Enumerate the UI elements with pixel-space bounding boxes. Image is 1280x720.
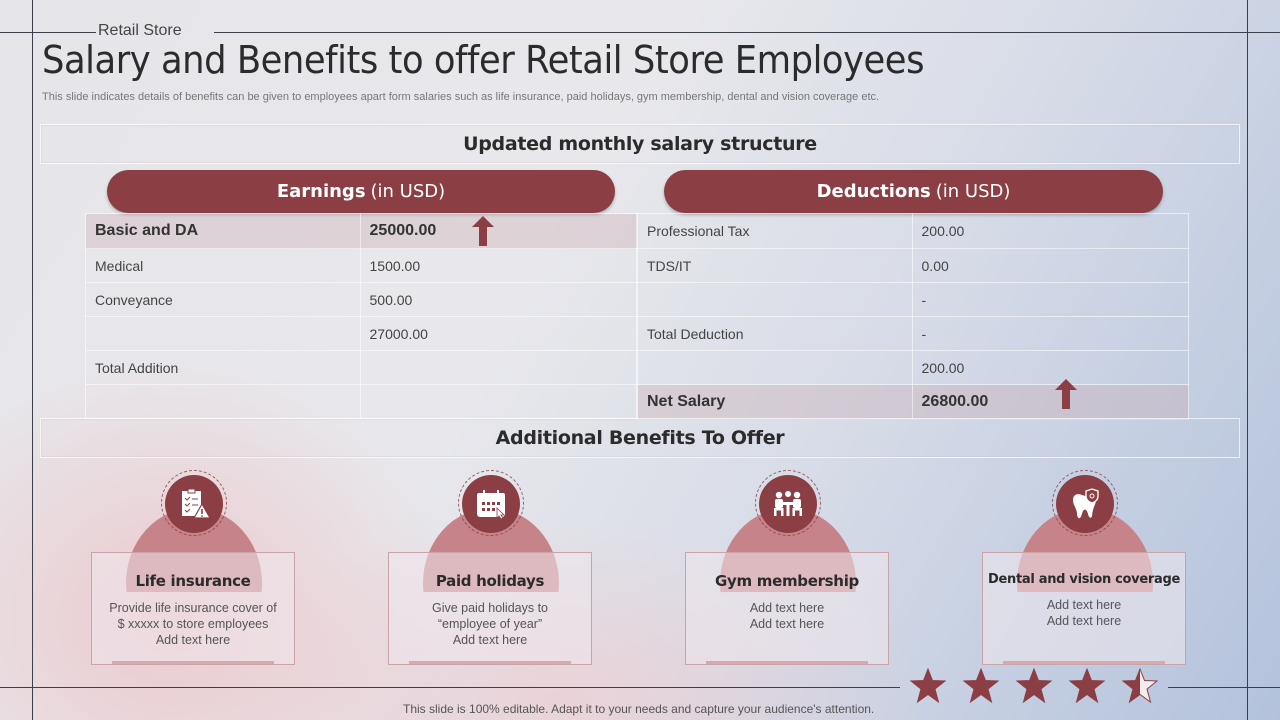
table-row: Medical 1500.00 — [85, 248, 638, 283]
value-cell: - — [911, 282, 1190, 317]
benefit-card: Gym membership Add text here Add text he… — [685, 552, 889, 665]
benefit-text: Add text here — [749, 617, 825, 631]
earnings-header: Earnings (in USD) — [107, 170, 615, 213]
benefit-title: Gym membership — [715, 572, 859, 590]
item-cell: Total Addition — [85, 350, 361, 385]
value-cell — [359, 350, 638, 385]
tooth-shield-icon — [1056, 475, 1114, 533]
frame-line-left — [32, 0, 33, 720]
star-full-icon — [963, 668, 999, 704]
arrow-up-icon — [472, 216, 494, 246]
value-cell: - — [911, 316, 1190, 351]
item-cell: Basic and DA — [85, 213, 361, 249]
table-row: Total Deduction - — [637, 316, 1190, 351]
item-cell — [637, 350, 913, 385]
table-row — [85, 384, 638, 419]
item-cell: Net Salary — [637, 384, 913, 420]
star-half-icon — [1122, 668, 1158, 704]
deductions-header: Deductions (in USD) — [664, 170, 1163, 213]
item-cell — [637, 282, 913, 317]
arrow-up-icon — [1055, 379, 1077, 409]
star-full-icon — [1016, 668, 1052, 704]
card-accent-bar — [706, 661, 868, 664]
table-row: - — [637, 282, 1190, 317]
benefit-text: Add text here — [155, 633, 231, 647]
benefit-title: Paid holidays — [435, 572, 545, 590]
table-row: 27000.00 — [85, 316, 638, 351]
earnings-unit: (in USD) — [370, 181, 446, 202]
benefits-section-title: Additional Benefits To Offer — [40, 418, 1240, 458]
meeting-people-icon — [759, 475, 817, 533]
table-row: Professional Tax 200.00 — [637, 213, 1190, 249]
value-cell: 26800.00 — [911, 384, 1190, 420]
item-cell: Professional Tax — [637, 213, 913, 249]
value-cell — [359, 384, 638, 419]
item-cell — [85, 316, 361, 351]
deductions-label: Deductions — [816, 181, 931, 202]
benefit-text: Add text here — [452, 633, 528, 647]
benefit-text: Add text here — [1046, 598, 1122, 612]
deductions-table: Professional Tax 200.00 TDS/IT 0.00 - Tota… — [637, 213, 1190, 420]
benefit-text: Give paid holidays to — [431, 601, 549, 615]
benefit-card: Paid holidays Give paid holidays to “emp… — [388, 552, 592, 665]
frame-line-bottom-right — [1168, 687, 1280, 688]
footer-note: This slide is 100% editable. Adapt it to… — [403, 702, 875, 716]
value-cell: 25000.00 — [359, 213, 638, 249]
calendar-icon — [462, 475, 520, 533]
page-title: Salary and Benefits to offer Retail Stor… — [42, 38, 925, 82]
rating-stars — [910, 668, 1158, 704]
benefit-card: Dental and vision coverage Add text here… — [982, 552, 1186, 665]
card-accent-bar — [409, 661, 571, 664]
item-cell: Conveyance — [85, 282, 361, 317]
value-cell: 1500.00 — [359, 248, 638, 283]
benefit-text: “employee of year” — [437, 617, 543, 631]
frame-line-bottom — [0, 687, 900, 688]
frame-line-top — [0, 32, 96, 33]
table-row: Conveyance 500.00 — [85, 282, 638, 317]
benefit-text: Add text here — [749, 601, 825, 615]
benefit-card: Life insurance Provide life insurance co… — [91, 552, 295, 665]
frame-line-right — [1247, 0, 1248, 720]
value-cell: 500.00 — [359, 282, 638, 317]
value-cell: 200.00 — [911, 350, 1190, 385]
earnings-table: Basic and DA 25000.00 Medical 1500.00 Conv… — [85, 213, 638, 419]
star-full-icon — [910, 668, 946, 704]
item-cell: TDS/IT — [637, 248, 913, 283]
table-row: 200.00 — [637, 350, 1190, 385]
clipboard-warning-icon — [165, 475, 223, 533]
benefit-text: Add text here — [1046, 614, 1122, 628]
benefit-text: $ xxxxx to store employees — [117, 617, 269, 631]
salary-section-title: Updated monthly salary structure — [40, 124, 1240, 164]
card-accent-bar — [1003, 661, 1165, 664]
item-cell: Medical — [85, 248, 361, 283]
value-cell: 27000.00 — [359, 316, 638, 351]
value-cell: 200.00 — [911, 213, 1190, 249]
item-cell — [85, 384, 361, 419]
table-row: TDS/IT 0.00 — [637, 248, 1190, 283]
item-cell: Total Deduction — [637, 316, 913, 351]
table-row: Basic and DA 25000.00 — [85, 213, 638, 249]
benefit-title: Dental and vision coverage — [988, 572, 1180, 587]
table-row: Net Salary 26800.00 — [637, 384, 1190, 420]
page-description: This slide indicates details of benefits… — [42, 91, 880, 103]
benefit-title: Life insurance — [135, 572, 251, 590]
card-accent-bar — [112, 661, 274, 664]
earnings-label: Earnings — [276, 181, 366, 202]
frame-line-top-right — [214, 32, 1280, 33]
benefit-text: Provide life insurance cover of — [109, 601, 277, 615]
deductions-unit: (in USD) — [935, 181, 1011, 202]
star-full-icon — [1069, 668, 1105, 704]
table-row: Total Addition — [85, 350, 638, 385]
value-cell: 0.00 — [911, 248, 1190, 283]
